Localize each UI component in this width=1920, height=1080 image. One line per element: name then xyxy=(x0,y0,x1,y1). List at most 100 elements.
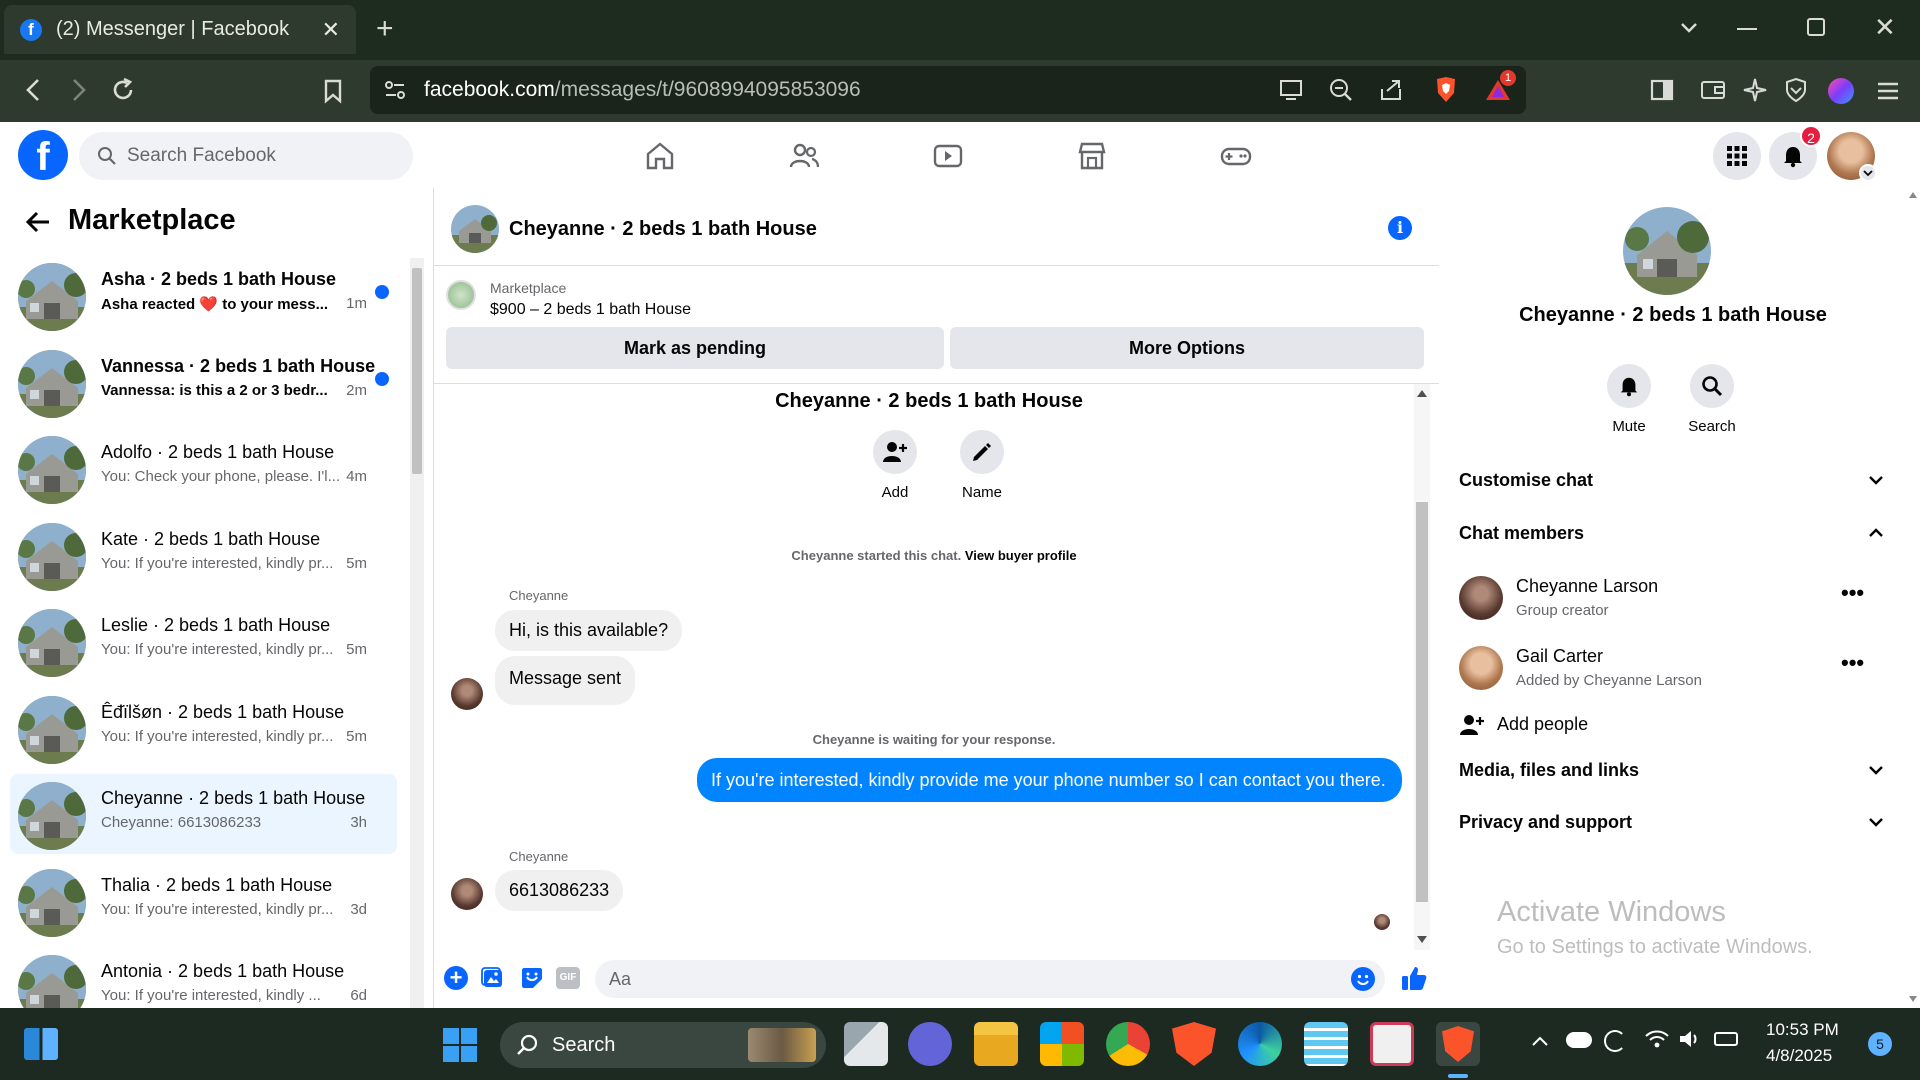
restore-window-icon[interactable] xyxy=(1807,18,1825,36)
leo-ai-icon[interactable] xyxy=(1742,77,1768,103)
volume-icon[interactable] xyxy=(1678,1028,1702,1050)
like-icon[interactable] xyxy=(1400,964,1428,992)
facebook-search[interactable]: Search Facebook xyxy=(79,132,413,180)
gif-icon[interactable]: GIF xyxy=(556,967,580,989)
conversation-item[interactable]: Adolfo · 2 beds 1 bath House You: Check y… xyxy=(10,428,397,508)
more-actions-icon[interactable]: + xyxy=(444,966,468,990)
message-bubble[interactable]: Message sent xyxy=(495,656,636,705)
conversation-item[interactable]: Vannessa · 2 beds 1 bath House Vannessa: … xyxy=(10,342,397,422)
file-explorer-icon[interactable] xyxy=(974,1022,1018,1066)
scroll-down-icon[interactable] xyxy=(1417,936,1427,943)
account-chevron-icon[interactable] xyxy=(1859,164,1877,182)
thread-scrollbar[interactable] xyxy=(1414,384,1430,950)
sticker-icon[interactable] xyxy=(520,966,544,990)
member-avatar[interactable] xyxy=(1459,576,1503,620)
watch-icon[interactable] xyxy=(932,140,964,172)
message-bubble[interactable]: Hi, is this available? xyxy=(495,610,683,651)
message-input[interactable]: Aa xyxy=(595,960,1385,998)
windows-start-icon[interactable] xyxy=(443,1028,477,1062)
more-icon[interactable]: ••• xyxy=(1841,580,1864,606)
chat-members-row[interactable]: Chat members xyxy=(1439,513,1907,553)
new-tab-icon[interactable]: + xyxy=(376,12,394,46)
info-icon[interactable]: i xyxy=(1388,216,1412,240)
task-view-icon[interactable] xyxy=(844,1022,888,1066)
forward-icon[interactable] xyxy=(66,77,90,103)
widgets-icon[interactable] xyxy=(24,1028,58,1060)
battery-icon[interactable] xyxy=(1714,1032,1738,1046)
cast-icon[interactable] xyxy=(1278,78,1304,102)
notification-center-badge[interactable]: 5 xyxy=(1868,1032,1892,1056)
scroll-up-icon[interactable] xyxy=(1417,390,1427,397)
listing-thumbnail[interactable] xyxy=(446,280,476,310)
sync-icon[interactable] xyxy=(1604,1030,1626,1052)
conversation-item[interactable]: Leslie · 2 beds 1 bath House You: If you'… xyxy=(10,601,397,681)
back-arrow-icon[interactable] xyxy=(25,210,51,234)
share-icon[interactable] xyxy=(1378,77,1404,103)
minimize-window-icon[interactable] xyxy=(1737,28,1757,30)
facebook-logo-icon[interactable]: f xyxy=(18,130,68,180)
clock-time[interactable]: 10:53 PM xyxy=(1766,1020,1839,1040)
taskbar-search[interactable]: Search xyxy=(500,1022,826,1068)
mute-button[interactable]: Mute xyxy=(1596,364,1662,435)
list-scrollbar[interactable] xyxy=(410,258,424,1008)
scroll-down-icon[interactable] xyxy=(1909,996,1917,1002)
sender-avatar[interactable] xyxy=(451,878,483,910)
customise-chat-row[interactable]: Customise chat xyxy=(1439,460,1907,500)
microsoft-store-icon[interactable] xyxy=(1040,1022,1084,1066)
page-scrollbar[interactable] xyxy=(1907,188,1920,1008)
emoji-icon[interactable] xyxy=(1351,967,1375,991)
wallet-icon[interactable] xyxy=(1700,79,1726,101)
zoom-out-icon[interactable] xyxy=(1328,77,1354,103)
listing-detail[interactable]: $900 – 2 beds 1 bath House xyxy=(490,301,691,319)
member-name[interactable]: Gail Carter xyxy=(1516,646,1603,667)
sidebar-toggle-icon[interactable] xyxy=(1650,79,1674,101)
conversation-item[interactable]: Êđïlšøn · 2 beds 1 bath House You: If you… xyxy=(10,688,397,768)
bookmark-icon[interactable] xyxy=(322,78,344,104)
brave-browser-icon[interactable] xyxy=(1172,1022,1216,1066)
chat-title[interactable]: Cheyanne · 2 beds 1 bath House xyxy=(509,218,817,241)
menu-icon[interactable] xyxy=(1876,80,1900,102)
view-buyer-link[interactable]: View buyer profile xyxy=(965,548,1077,563)
privacy-support-row[interactable]: Privacy and support xyxy=(1439,802,1907,846)
message-bubble[interactable]: 6613086233 xyxy=(495,870,624,911)
profile-orb-icon[interactable] xyxy=(1828,78,1854,104)
group-avatar[interactable] xyxy=(1623,207,1711,295)
meet-app-icon[interactable] xyxy=(908,1022,952,1066)
wifi-icon[interactable] xyxy=(1644,1028,1670,1050)
back-icon[interactable] xyxy=(22,77,46,103)
marketplace-icon[interactable] xyxy=(1076,140,1108,172)
media-files-row[interactable]: Media, files and links xyxy=(1439,750,1907,794)
more-icon[interactable]: ••• xyxy=(1841,650,1864,676)
member-name[interactable]: Cheyanne Larson xyxy=(1516,576,1658,597)
scrollbar-thumb[interactable] xyxy=(1416,502,1428,902)
snipping-tool-icon[interactable] xyxy=(1370,1022,1414,1066)
reload-icon[interactable] xyxy=(110,77,136,103)
notepad-icon[interactable] xyxy=(1304,1022,1348,1066)
sender-avatar[interactable] xyxy=(451,678,483,710)
friends-icon[interactable] xyxy=(788,140,820,172)
conversation-item[interactable]: Cheyanne · 2 beds 1 bath House Cheyanne: … xyxy=(10,774,397,854)
conversation-item[interactable]: Thalia · 2 beds 1 bath House You: If you'… xyxy=(10,861,397,941)
conversation-item[interactable]: Kate · 2 beds 1 bath House You: If you're… xyxy=(10,515,397,595)
browser-tab[interactable]: f (2) Messenger | Facebook ✕ xyxy=(4,5,356,54)
add-member-button[interactable]: Add xyxy=(857,430,933,501)
add-people-row[interactable]: Add people xyxy=(1439,702,1907,746)
site-settings-icon[interactable] xyxy=(384,80,406,100)
show-hidden-icons[interactable] xyxy=(1530,1034,1550,1048)
menu-grid-button[interactable] xyxy=(1713,132,1761,180)
onedrive-icon[interactable] xyxy=(1566,1032,1592,1048)
edge-icon[interactable] xyxy=(1238,1022,1282,1066)
scrollbar-thumb[interactable] xyxy=(412,268,422,474)
conversation-item[interactable]: Asha · 2 beds 1 bath House Asha reacted ❤… xyxy=(10,255,397,335)
member-row[interactable]: Cheyanne Larson Group creator ••• xyxy=(1439,566,1907,630)
member-row[interactable]: Gail Carter Added by Cheyanne Larson ••• xyxy=(1439,636,1907,700)
brave-active-icon[interactable] xyxy=(1436,1022,1480,1066)
chat-avatar[interactable] xyxy=(451,205,499,253)
my-message-bubble[interactable]: If you're interested, kindly provide me … xyxy=(697,758,1402,802)
scroll-up-icon[interactable] xyxy=(1909,192,1917,198)
gaming-icon[interactable] xyxy=(1220,140,1252,172)
brave-shields-icon[interactable] xyxy=(1434,76,1458,104)
address-bar[interactable]: facebook.com/messages/t/9608994095853096… xyxy=(370,66,1526,114)
more-options-button[interactable]: More Options xyxy=(950,327,1424,369)
photo-icon[interactable] xyxy=(480,966,504,990)
